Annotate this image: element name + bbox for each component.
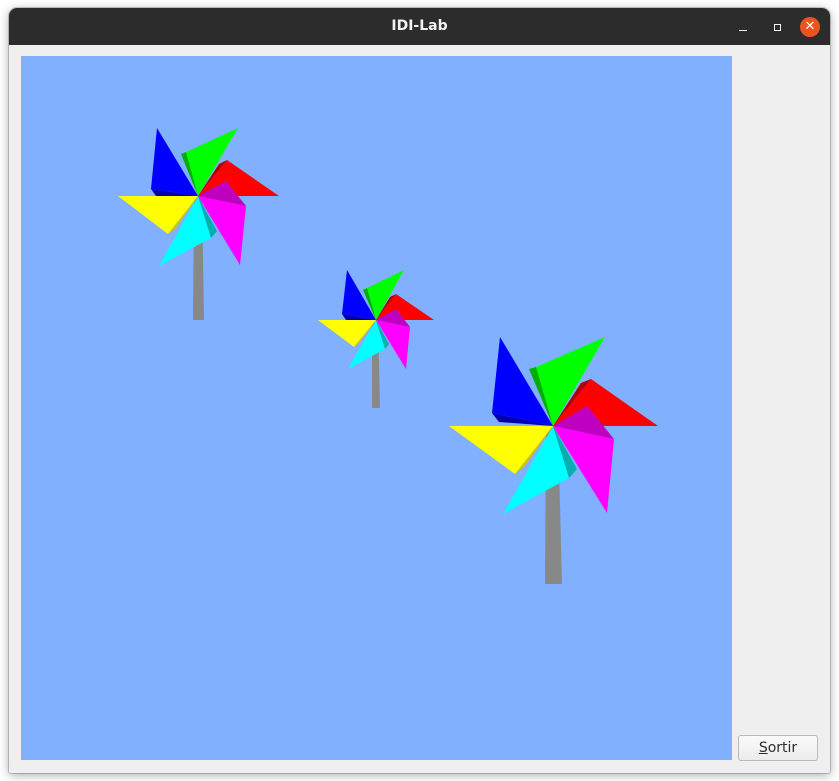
opengl-viewport[interactable] <box>21 56 732 760</box>
exit-button-label: ortir <box>767 740 798 756</box>
window-content: Sortir <box>9 45 830 773</box>
close-button[interactable]: ✕ <box>800 17 820 37</box>
app-window: IDI-Lab ✕ S ortir <box>9 8 830 773</box>
scene-canvas <box>118 128 658 584</box>
maximize-icon <box>773 23 781 31</box>
minimize-button[interactable] <box>733 17 753 37</box>
close-icon: ✕ <box>804 19 816 34</box>
window-title: IDI-Lab <box>391 18 448 34</box>
maximize-button[interactable] <box>767 17 787 37</box>
exit-button-mnemonic: S <box>758 740 768 756</box>
minimize-icon <box>739 29 747 31</box>
pinwheel-right <box>449 337 658 584</box>
title-bar[interactable]: IDI-Lab ✕ <box>9 8 830 45</box>
exit-button[interactable]: Sortir <box>738 735 818 761</box>
pinwheel-middle <box>318 270 434 408</box>
pinwheel-left <box>118 128 279 320</box>
